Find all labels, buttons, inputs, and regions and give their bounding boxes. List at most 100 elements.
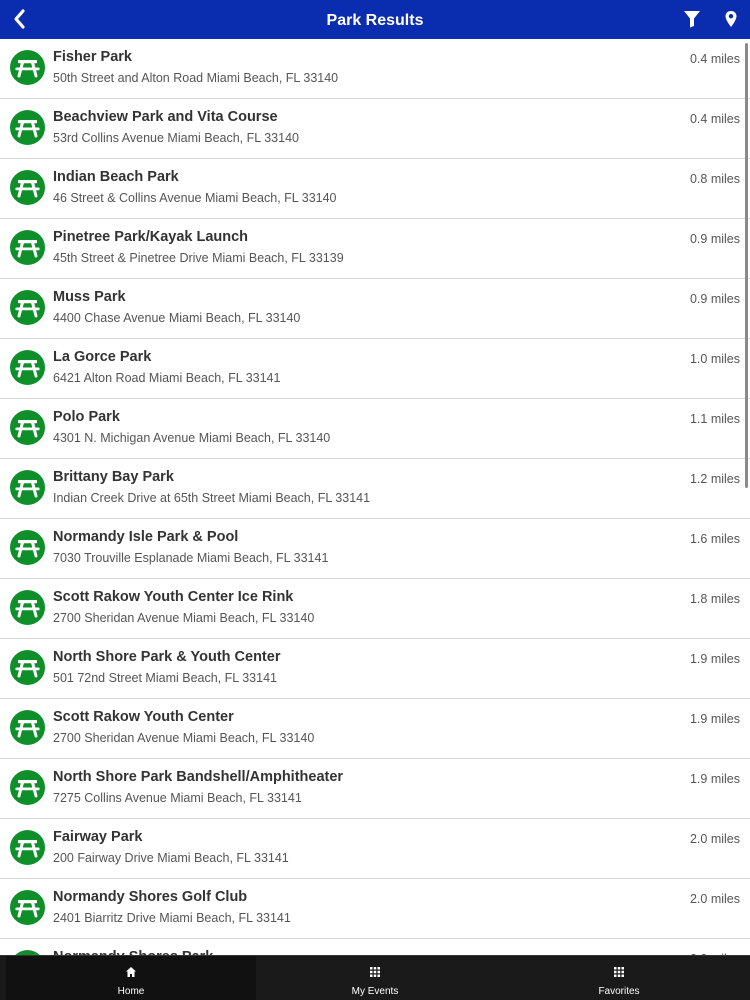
picnic-table-icon <box>15 900 40 918</box>
park-distance: 1.8 miles <box>689 592 740 606</box>
picnic-table-icon <box>15 240 40 258</box>
park-badge <box>10 410 45 445</box>
header-bar: Park Results <box>0 0 750 39</box>
list-item[interactable]: Pinetree Park/Kayak Launch 45th Street & … <box>0 219 750 279</box>
park-distance: 1.9 miles <box>689 712 740 726</box>
grid-icon <box>614 967 624 977</box>
list-item[interactable]: North Shore Park Bandshell/Amphitheater 7… <box>0 759 750 819</box>
park-badge <box>10 590 45 625</box>
tab-label: My Events <box>351 986 399 997</box>
park-address: 7030 Trouville Esplanade Miami Beach, FL… <box>53 551 329 565</box>
park-distance: 1.1 miles <box>689 412 740 426</box>
list-item[interactable]: Indian Beach Park 46 Street & Collins Ave… <box>0 159 750 219</box>
park-name: Fairway Park <box>53 829 143 845</box>
park-badge <box>10 470 45 505</box>
park-name: La Gorce Park <box>53 349 152 365</box>
picnic-table-icon <box>15 360 40 378</box>
picnic-table-icon <box>15 300 40 318</box>
park-distance: 1.9 miles <box>689 652 740 666</box>
park-badge <box>10 350 45 385</box>
park-address: 7275 Collins Avenue Miami Beach, FL 3314… <box>53 791 302 805</box>
park-address: 2700 Sheridan Avenue Miami Beach, FL 331… <box>53 731 315 745</box>
park-address: 2700 Sheridan Avenue Miami Beach, FL 331… <box>53 611 315 625</box>
scrollbar[interactable] <box>745 43 748 488</box>
park-address: 6421 Alton Road Miami Beach, FL 33141 <box>53 371 281 385</box>
park-address: 200 Fairway Drive Miami Beach, FL 33141 <box>53 851 289 865</box>
park-badge <box>10 530 45 565</box>
list-item[interactable]: Scott Rakow Youth Center Ice Rink 2700 Sh… <box>0 579 750 639</box>
park-results-list[interactable]: Fisher Park 50th Street and Alton Road Mi… <box>0 39 750 956</box>
park-distance: 1.2 miles <box>689 472 740 486</box>
park-badge <box>10 230 45 265</box>
bottom-tab-bar: Home My Events Favorites <box>0 955 750 1000</box>
tab-label: Home <box>117 986 145 997</box>
park-name: Normandy Isle Park & Pool <box>53 529 239 545</box>
park-address: 45th Street & Pinetree Drive Miami Beach… <box>53 251 344 265</box>
park-address: 53rd Collins Avenue Miami Beach, FL 3314… <box>53 131 299 145</box>
tab-my-events[interactable]: My Events <box>250 956 500 1000</box>
park-badge <box>10 890 45 925</box>
park-distance: 0.9 miles <box>689 292 740 306</box>
app-window: Park Results Fisher Park 50th Street and … <box>0 0 750 1000</box>
park-address: 50th Street and Alton Road Miami Beach, … <box>53 71 339 85</box>
picnic-table-icon <box>15 780 40 798</box>
park-badge <box>10 710 45 745</box>
list-item[interactable]: Fairway Park 200 Fairway Drive Miami Beac… <box>0 819 750 879</box>
park-address: 46 Street & Collins Avenue Miami Beach, … <box>53 191 337 205</box>
tab-favorites[interactable]: Favorites <box>494 956 744 1000</box>
park-distance: 2.0 miles <box>689 892 740 906</box>
picnic-table-icon <box>15 540 40 558</box>
park-badge <box>10 770 45 805</box>
picnic-table-icon <box>15 120 40 138</box>
picnic-table-icon <box>15 420 40 438</box>
list-item[interactable]: Beachview Park and Vita Course 53rd Colli… <box>0 99 750 159</box>
grid-icon <box>370 967 380 977</box>
park-badge <box>10 110 45 145</box>
park-name: Indian Beach Park <box>53 169 179 185</box>
filter-icon[interactable] <box>683 10 701 28</box>
list-item[interactable]: Brittany Bay Park Indian Creek Drive at 6… <box>0 459 750 519</box>
park-distance: 1.9 miles <box>689 772 740 786</box>
picnic-table-icon <box>15 600 40 618</box>
tab-home[interactable]: Home <box>6 956 256 1000</box>
park-badge <box>10 830 45 865</box>
picnic-table-icon <box>15 840 40 858</box>
park-badge <box>10 290 45 325</box>
list-item[interactable]: Normandy Isle Park & Pool 7030 Trouville … <box>0 519 750 579</box>
page-title: Park Results <box>326 12 424 29</box>
picnic-table-icon <box>15 660 40 678</box>
park-address: 2401 Biarritz Drive Miami Beach, FL 3314… <box>53 911 291 925</box>
park-distance: 0.4 miles <box>689 112 740 126</box>
park-badge <box>10 650 45 685</box>
park-name: North Shore Park Bandshell/Amphitheater <box>53 769 344 785</box>
park-address: Indian Creek Drive at 65th Street Miami … <box>53 491 371 505</box>
park-name: Brittany Bay Park <box>53 469 174 485</box>
park-distance: 1.0 miles <box>689 352 740 366</box>
park-distance: 1.6 miles <box>689 532 740 546</box>
list-item[interactable]: Muss Park 4400 Chase Avenue Miami Beach, … <box>0 279 750 339</box>
home-icon <box>126 967 136 977</box>
park-distance: 0.9 miles <box>689 232 740 246</box>
list-item[interactable]: Normandy Shores Golf Club 2401 Biarritz D… <box>0 879 750 939</box>
park-address: 4301 N. Michigan Avenue Miami Beach, FL … <box>53 431 331 445</box>
picnic-table-icon <box>15 180 40 198</box>
park-name: Polo Park <box>53 409 120 425</box>
list-item[interactable]: Scott Rakow Youth Center 2700 Sheridan Av… <box>0 699 750 759</box>
park-name: Fisher Park <box>53 49 132 65</box>
tab-label: Favorites <box>598 986 640 997</box>
park-badge <box>10 50 45 85</box>
list-item[interactable]: Polo Park 4301 N. Michigan Avenue Miami B… <box>0 399 750 459</box>
list-item[interactable]: North Shore Park & Youth Center 501 72nd … <box>0 639 750 699</box>
list-item[interactable]: La Gorce Park 6421 Alton Road Miami Beach… <box>0 339 750 399</box>
park-address: 4400 Chase Avenue Miami Beach, FL 33140 <box>53 311 301 325</box>
park-distance: 0.4 miles <box>689 52 740 66</box>
list-item[interactable]: Fisher Park 50th Street and Alton Road Mi… <box>0 39 750 99</box>
park-distance: 0.8 miles <box>689 172 740 186</box>
list-item[interactable]: Normandy Shores Park2.0 miles <box>0 939 750 956</box>
map-pin-icon[interactable] <box>724 10 738 28</box>
park-name: Beachview Park and Vita Course <box>53 109 278 125</box>
park-address: 501 72nd Street Miami Beach, FL 33141 <box>53 671 277 685</box>
picnic-table-icon <box>15 480 40 498</box>
park-name: Muss Park <box>53 289 126 305</box>
park-distance: 2.0 miles <box>689 832 740 846</box>
